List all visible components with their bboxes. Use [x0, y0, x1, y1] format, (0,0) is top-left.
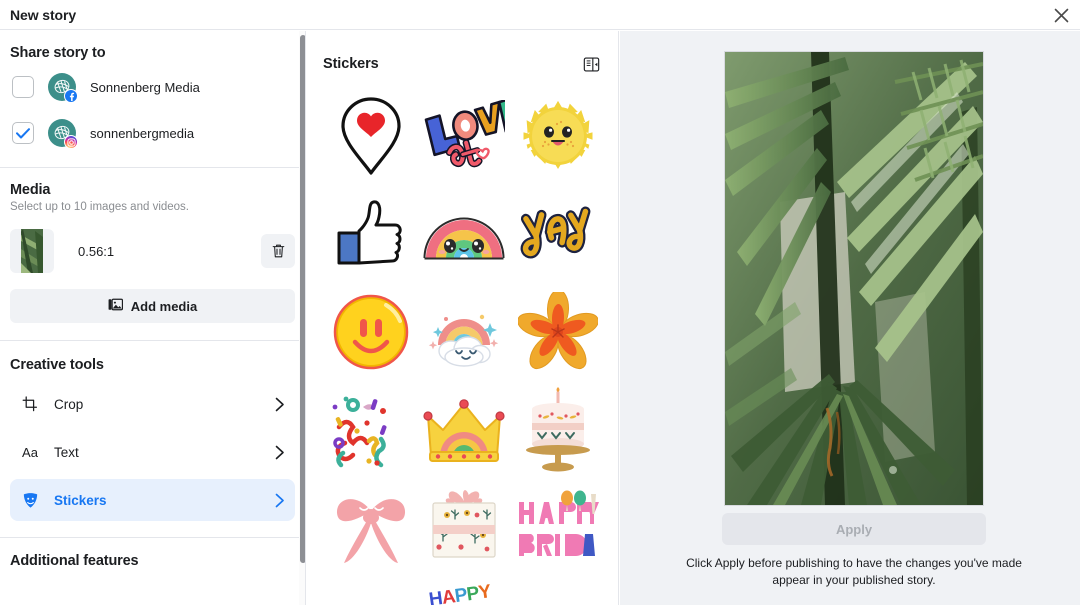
floral-gift-box-sticker[interactable] [419, 481, 511, 575]
text-aa-icon: Aa [22, 444, 38, 460]
new-story-dialog: New story Share story to Sonnenberg Medi… [0, 0, 1080, 605]
happy-colorful-text-sticker[interactable]: H A P P Y [419, 579, 511, 605]
tool-item-crop[interactable]: Crop [10, 383, 295, 425]
stickers-panel: Stickers H A P P Y [307, 31, 619, 605]
thumbs-up-sticker[interactable] [325, 187, 417, 281]
dialog-header: New story [0, 0, 1080, 30]
media-section: Media Select up to 10 images and videos.… [0, 168, 305, 323]
image-icon [108, 297, 123, 315]
chevron-right-icon [275, 445, 285, 460]
rainbow-cloud-sticker[interactable] [419, 285, 511, 379]
stickers-panel-header: Stickers [307, 31, 618, 75]
smiling-sun-sticker[interactable] [512, 89, 604, 183]
left-panel-scrollbar[interactable] [300, 35, 305, 563]
share-checkbox-facebook[interactable] [12, 76, 34, 98]
left-settings-panel: Share story to Sonnenberg Media sonnenbe… [0, 31, 306, 605]
instagram-badge-icon [64, 135, 78, 149]
avatar [48, 119, 78, 149]
tool-label: Crop [54, 396, 84, 412]
share-account-row-facebook[interactable]: Sonnenberg Media [10, 67, 295, 107]
share-account-name: Sonnenberg Media [90, 79, 200, 95]
happy-birthday-text-sticker[interactable] [512, 481, 604, 575]
close-icon[interactable] [1048, 2, 1074, 28]
sticker-icon [18, 492, 42, 509]
tool-item-stickers[interactable]: Stickers [10, 479, 295, 521]
partial-sticker-b[interactable] [325, 579, 417, 605]
heart-pin-sticker[interactable] [325, 89, 417, 183]
orange-flower-sticker[interactable] [512, 285, 604, 379]
share-account-name: sonnenbergmedia [90, 125, 195, 141]
trash-icon[interactable] [261, 234, 295, 268]
rainbow-crown-sticker[interactable] [419, 383, 511, 477]
stickers-title: Stickers [323, 56, 379, 72]
tool-label: Stickers [54, 492, 107, 508]
add-media-button[interactable]: Add media [10, 289, 295, 323]
share-story-section: Share story to Sonnenberg Media sonnenbe… [0, 31, 305, 153]
media-aspect-ratio: 0.56:1 [78, 243, 115, 259]
media-thumbnail[interactable] [10, 229, 54, 273]
chevron-right-icon [275, 397, 285, 412]
crop-icon [18, 396, 42, 412]
share-checkbox-instagram[interactable] [12, 122, 34, 144]
confetti-sticker[interactable] [325, 383, 417, 477]
apply-hint-text: Click Apply before publishing to have th… [686, 556, 1022, 587]
facebook-badge-icon [64, 89, 78, 103]
kawaii-rainbow-sticker[interactable] [419, 187, 511, 281]
love-it-text-sticker[interactable] [419, 89, 511, 183]
pink-bow-sticker[interactable] [325, 481, 417, 575]
avatar [48, 73, 78, 103]
story-preview-panel: Apply Click Apply before publishing to h… [620, 31, 1080, 605]
media-item-row: 0.56:1 [10, 229, 295, 273]
page-title: New story [10, 6, 77, 23]
tool-item-text[interactable]: Aa Text [10, 431, 295, 473]
panel-layout-icon[interactable] [580, 53, 602, 75]
additional-features-title: Additional features [10, 553, 139, 569]
chevron-right-icon [275, 493, 285, 508]
yellow-smiley-sticker[interactable] [325, 285, 417, 379]
partial-sticker-c[interactable] [512, 579, 604, 605]
stickers-grid: H A P P Y [307, 89, 618, 605]
media-subtitle: Select up to 10 images and videos. [10, 201, 190, 213]
creative-tools-section: Creative tools Crop Aa Text Stickers [0, 341, 305, 521]
tool-label: Text [54, 444, 79, 460]
add-media-label: Add media [130, 298, 198, 314]
share-story-title: Share story to [10, 45, 106, 61]
apply-button[interactable]: Apply [722, 513, 986, 545]
yay-script-sticker[interactable] [512, 187, 604, 281]
birthday-cake-sticker[interactable] [512, 383, 604, 477]
creative-tools-title: Creative tools [10, 357, 104, 373]
story-preview-image [724, 51, 984, 506]
share-account-row-instagram[interactable]: sonnenbergmedia [10, 113, 295, 153]
additional-features-section: Additional features [0, 538, 305, 569]
media-title: Media [10, 182, 51, 198]
